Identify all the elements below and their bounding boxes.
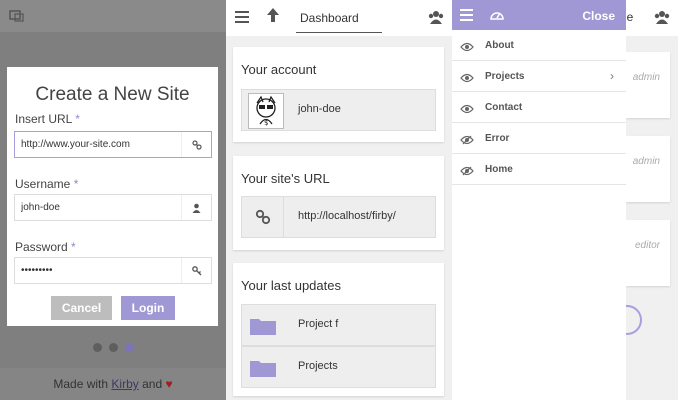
- menu-item-label: Contact: [485, 102, 523, 113]
- pager-dots: [93, 343, 134, 352]
- pager-dot-active[interactable]: [125, 343, 134, 352]
- pager-dot[interactable]: [109, 343, 118, 352]
- site-url-row[interactable]: http://localhost/firby/: [241, 196, 436, 238]
- account-row[interactable]: $ john-doe: [241, 89, 436, 131]
- update-item[interactable]: Projects: [241, 346, 436, 388]
- page-title[interactable]: Dashboard: [296, 3, 382, 33]
- eye-slash-icon: [460, 132, 474, 145]
- update-item-label: Projects: [298, 360, 338, 372]
- folder-icon: [250, 359, 276, 377]
- nav-drawer: Close About Projects › Contact Error Hom…: [452, 0, 626, 400]
- updates-heading: Your last updates: [241, 278, 341, 293]
- login-button[interactable]: Login: [121, 296, 175, 320]
- user-card-fragment: admin: [626, 136, 670, 202]
- eye-icon: [460, 70, 474, 83]
- modal-title: Create a New Site: [35, 84, 190, 105]
- username-field[interactable]: [14, 194, 212, 221]
- site-url-value: http://localhost/firby/: [298, 210, 396, 222]
- dashboard-panel: Dashboard Your account $ john-doe Your s…: [226, 0, 452, 400]
- key-icon: [181, 258, 211, 283]
- menu-icon[interactable]: [460, 9, 473, 21]
- menu-item-home[interactable]: Home: [452, 154, 626, 185]
- kirby-link[interactable]: Kirby: [111, 377, 138, 391]
- password-field[interactable]: [14, 257, 212, 284]
- url-label: Insert URL *: [15, 112, 80, 126]
- user-role: admin: [632, 156, 660, 167]
- link-icon: [242, 197, 284, 237]
- users-icon[interactable]: [654, 10, 670, 24]
- topbar-icon: [9, 9, 25, 23]
- menu-item-label: Error: [485, 133, 510, 144]
- dimmed-topbar: [0, 0, 226, 32]
- folder-icon: [250, 317, 276, 335]
- user-role: admin: [632, 72, 660, 83]
- user-card-fragment: editor: [626, 220, 670, 286]
- site-url-heading: Your site's URL: [241, 171, 330, 186]
- account-username: john-doe: [298, 103, 341, 115]
- pager-dot[interactable]: [93, 343, 102, 352]
- password-input[interactable]: [15, 258, 175, 283]
- updates-card: Your last updates Project f Projects: [233, 263, 444, 396]
- menu-item-projects[interactable]: Projects ›: [452, 61, 626, 92]
- create-site-panel: Create a New Site Insert URL * Username …: [0, 0, 226, 400]
- chevron-right-icon[interactable]: ›: [610, 69, 614, 83]
- close-button[interactable]: Close: [582, 9, 615, 23]
- update-item[interactable]: Project f: [241, 304, 436, 346]
- account-card: Your account $ john-doe: [233, 47, 444, 142]
- link-icon: [181, 132, 211, 157]
- heart-icon: ♥: [165, 377, 173, 391]
- cancel-button[interactable]: Cancel: [51, 296, 112, 320]
- menu-item-label: Home: [485, 164, 513, 175]
- account-heading: Your account: [241, 62, 317, 77]
- svg-text:$: $: [264, 119, 268, 127]
- user-card-fragment: admin: [626, 52, 670, 118]
- menu-panel: de admin admin editor Close About Projec…: [452, 0, 678, 400]
- update-item-label: Project f: [298, 318, 339, 330]
- url-field[interactable]: [14, 131, 212, 158]
- menu-item-contact[interactable]: Contact: [452, 92, 626, 123]
- site-url-card: Your site's URL http://localhost/firby/: [233, 156, 444, 250]
- topbar: Dashboard: [226, 0, 452, 36]
- menu-item-label: About: [485, 40, 514, 51]
- footer: Made with Kirby and ♥: [0, 368, 226, 400]
- user-icon: [181, 195, 211, 220]
- username-label: Username *: [15, 177, 79, 191]
- drawer-header: Close: [452, 0, 626, 30]
- menu-icon[interactable]: [235, 11, 249, 23]
- menu-item-error[interactable]: Error: [452, 123, 626, 154]
- menu-item-about[interactable]: About: [452, 30, 626, 61]
- url-input[interactable]: [15, 132, 175, 157]
- password-label: Password *: [15, 240, 76, 254]
- eye-icon: [460, 39, 474, 52]
- avatar: $: [248, 93, 284, 129]
- users-icon[interactable]: [428, 10, 444, 24]
- arrow-up-icon[interactable]: [266, 7, 282, 27]
- dashboard-icon[interactable]: [490, 8, 504, 22]
- user-role: editor: [634, 240, 660, 251]
- create-site-modal: Create a New Site Insert URL * Username …: [7, 67, 218, 326]
- menu-item-label: Projects: [485, 71, 525, 82]
- eye-slash-icon: [460, 163, 474, 176]
- eye-icon: [460, 101, 474, 114]
- username-input[interactable]: [15, 195, 175, 220]
